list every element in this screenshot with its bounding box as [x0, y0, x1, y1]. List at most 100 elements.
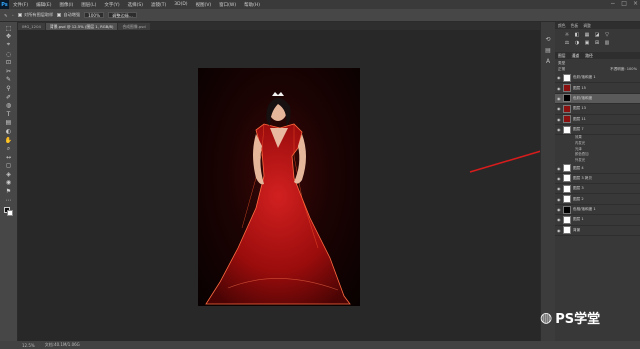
- levels-icon[interactable]: ◧: [573, 32, 581, 38]
- quick-mask-icon[interactable]: ◉: [5, 179, 13, 188]
- black-white-icon[interactable]: ◑: [573, 40, 581, 46]
- menu-window[interactable]: 窗口(W): [215, 2, 240, 8]
- properties-panel-icon[interactable]: ▤: [545, 47, 551, 54]
- color-tab[interactable]: 颜色: [558, 22, 566, 29]
- visibility-eye-icon[interactable]: ◉: [557, 207, 561, 212]
- visibility-eye-icon[interactable]: ◉: [557, 176, 561, 181]
- refine-edge-button[interactable]: 调整边缘...: [108, 12, 137, 18]
- brush-tool-icon[interactable]: ✎: [5, 76, 13, 85]
- quick-select-tool-icon[interactable]: ⌖: [5, 41, 13, 50]
- sample-all-option[interactable]: 对所有图层取样: [18, 12, 53, 18]
- visibility-eye-icon[interactable]: ◉: [557, 197, 561, 202]
- gradient-tool-icon[interactable]: ▤: [5, 119, 13, 128]
- dodge-tool-icon[interactable]: ◐: [5, 127, 13, 136]
- menu-help[interactable]: 帮助(H): [240, 2, 264, 8]
- visibility-eye-icon[interactable]: ◉: [557, 86, 561, 91]
- layer-row[interactable]: ◉ 色相/饱和度 1: [555, 205, 640, 216]
- screen-mode-icon[interactable]: ⚑: [5, 187, 13, 196]
- blend-mode-select[interactable]: 正常: [558, 67, 565, 72]
- color-swatches[interactable]: [3, 207, 14, 217]
- auto-enhance-option[interactable]: 自动增强: [57, 12, 80, 18]
- character-panel-icon[interactable]: A: [546, 58, 550, 65]
- layer-row[interactable]: ◉ 图层 3 拷贝: [555, 174, 640, 185]
- canvas-workspace[interactable]: [18, 30, 540, 341]
- hand-tool-icon[interactable]: ✋: [5, 136, 13, 145]
- visibility-eye-icon[interactable]: ◉: [557, 106, 561, 111]
- eyedropper-tool-icon[interactable]: ⚲: [5, 84, 13, 93]
- visibility-eye-icon[interactable]: ◉: [557, 75, 561, 80]
- layer-row[interactable]: ◉ 色彩/饱和度 1: [555, 73, 640, 84]
- stamp-tool-icon[interactable]: ◍: [5, 101, 13, 110]
- pen-tool-icon[interactable]: ✐: [5, 93, 13, 102]
- menu-3d[interactable]: 3D(D): [170, 2, 191, 7]
- lasso-tool-icon[interactable]: ◌: [5, 50, 13, 59]
- auto-enhance-checkbox[interactable]: [57, 13, 62, 17]
- layers-tab[interactable]: 图层: [558, 52, 566, 59]
- marquee-tool-icon[interactable]: ⬚: [5, 24, 13, 33]
- layer-row[interactable]: ◉ 图层 1: [555, 215, 640, 226]
- layer-row[interactable]: ◉ 图层 4: [555, 163, 640, 174]
- layer-row[interactable]: ◉ 图层 3: [555, 184, 640, 195]
- visibility-eye-icon[interactable]: ◉: [557, 127, 561, 132]
- color-balance-icon[interactable]: ⚖: [563, 40, 571, 46]
- menu-select[interactable]: 选择(S): [124, 2, 147, 8]
- brush-size-icon[interactable]: ◦: [12, 13, 14, 18]
- layer-row[interactable]: ◉ 背景: [555, 226, 640, 237]
- adjustments-tab[interactable]: 调整: [583, 22, 591, 29]
- layer-row-selected[interactable]: ◉ 色彩/饱和度: [555, 93, 640, 105]
- layer-thumbnail: [563, 184, 571, 193]
- curves-icon[interactable]: ▦: [583, 32, 591, 38]
- layer-thumbnail: [563, 115, 571, 124]
- zoom-tool-icon[interactable]: ⌕: [5, 144, 13, 153]
- slice-tool-icon[interactable]: ✂: [5, 67, 13, 76]
- layer-row[interactable]: ◉ 图层 2: [555, 194, 640, 205]
- zoom-field[interactable]: 100%: [84, 12, 105, 18]
- menu-type[interactable]: 文字(Y): [100, 2, 123, 8]
- visibility-eye-icon[interactable]: ◉: [557, 166, 561, 171]
- minimize-icon[interactable]: −: [610, 0, 615, 7]
- channels-tab[interactable]: 通道: [572, 52, 580, 59]
- layer-row[interactable]: ◉ 图层 11: [555, 115, 640, 125]
- opacity-field[interactable]: 不透明度: 100%: [610, 67, 637, 72]
- rotate-view-icon[interactable]: ↔: [5, 153, 13, 162]
- menu-view[interactable]: 视图(V): [192, 2, 216, 8]
- menu-filter[interactable]: 滤镜(T): [147, 2, 170, 8]
- kind-filter[interactable]: 类型: [558, 61, 565, 66]
- background-color[interactable]: [6, 210, 13, 217]
- color-lookup-icon[interactable]: ▥: [603, 40, 611, 46]
- brightness-icon[interactable]: ☼: [563, 32, 571, 38]
- layer-row[interactable]: ◉ 图层 13: [555, 104, 640, 115]
- path-select-icon[interactable]: ◈: [5, 170, 13, 179]
- visibility-eye-icon[interactable]: ◉: [557, 117, 561, 122]
- move-tool-icon[interactable]: ✥: [5, 33, 13, 42]
- visibility-eye-icon[interactable]: ◉: [557, 186, 561, 191]
- vibrance-icon[interactable]: ▽: [603, 32, 611, 38]
- shape-tool-icon[interactable]: ◻: [5, 162, 13, 171]
- menu-image[interactable]: 图像(I): [55, 2, 77, 8]
- menu-edit[interactable]: 编辑(E): [32, 2, 55, 8]
- type-tool-icon[interactable]: T: [5, 110, 13, 119]
- document-tab[interactable]: IMG_1204: [18, 23, 45, 30]
- layer-row[interactable]: ◉ 图层 7: [555, 125, 640, 136]
- menu-layer[interactable]: 图层(L): [77, 2, 100, 8]
- quick-select-icon[interactable]: ✎: [4, 13, 8, 18]
- menu-file[interactable]: 文件(F): [9, 2, 32, 8]
- more-tools-icon[interactable]: ⋯: [5, 196, 13, 205]
- document-tab-active[interactable]: 背景.psd @ 12.5% (图层 1, RGB/8): [45, 23, 118, 30]
- paths-tab[interactable]: 路径: [585, 52, 593, 59]
- history-panel-icon[interactable]: ⟲: [545, 36, 550, 43]
- channel-mixer-icon[interactable]: ⊞: [593, 40, 601, 46]
- sample-all-checkbox[interactable]: [18, 13, 22, 17]
- crop-tool-icon[interactable]: ⊡: [5, 58, 13, 67]
- visibility-eye-icon[interactable]: ◉: [557, 96, 561, 101]
- close-icon[interactable]: ×: [633, 0, 638, 7]
- swatches-tab[interactable]: 色板: [571, 22, 579, 29]
- document-tab[interactable]: 合成图像.psd: [118, 23, 150, 30]
- photo-filter-icon[interactable]: ▣: [583, 40, 591, 46]
- exposure-icon[interactable]: ◪: [593, 32, 601, 38]
- layer-row[interactable]: ◉ 图层 15: [555, 83, 640, 94]
- visibility-eye-icon[interactable]: ◉: [557, 217, 561, 222]
- maximize-icon[interactable]: □: [621, 0, 627, 7]
- visibility-eye-icon[interactable]: ◉: [557, 228, 561, 233]
- zoom-readout[interactable]: 12.5%: [22, 343, 35, 348]
